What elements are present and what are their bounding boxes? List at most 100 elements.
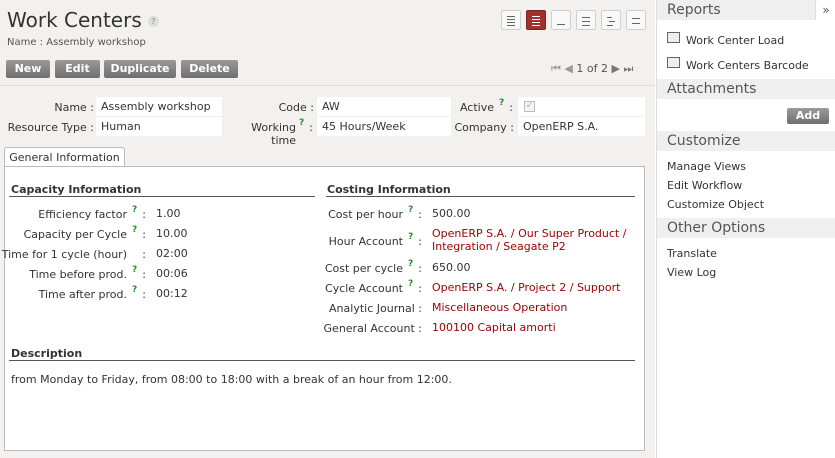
company-label: Company : [454, 121, 514, 134]
customize-object-link[interactable]: Customize Object [667, 198, 764, 211]
edit-button[interactable]: Edit [55, 60, 100, 78]
colon: : [418, 282, 422, 295]
colon: : [142, 248, 146, 261]
list-view-icon[interactable] [501, 10, 521, 30]
hour-account-label: Hour Account [328, 235, 403, 248]
grid-view-icon[interactable] [626, 10, 646, 30]
tab-general-information[interactable]: General Information [4, 147, 125, 168]
page-title-text: Work Centers [7, 8, 142, 32]
working-time-colon: : [309, 121, 313, 134]
active-help-icon[interactable]: ? [499, 98, 504, 108]
general-account-label: General Account : [323, 322, 422, 335]
colon: : [418, 235, 422, 248]
capacity-heading-line [9, 196, 315, 197]
description-heading-line [9, 360, 635, 361]
view-log-link[interactable]: View Log [667, 266, 716, 279]
active-colon: : [509, 101, 513, 114]
efficiency-help-icon[interactable]: ? [132, 205, 137, 215]
delete-button[interactable]: Delete [181, 60, 238, 78]
report-icon [667, 32, 680, 43]
customize-heading: Customize [657, 131, 835, 151]
time-after-prod-label: Time after prod. [38, 288, 127, 301]
active-label: Active [459, 101, 494, 114]
resource-type-field[interactable]: Human [96, 117, 222, 136]
main-panel: Work Centers? Name : Assembly workshop N… [0, 0, 655, 458]
cycle-account-field[interactable]: OpenERP S.A. / Project 2 / Support [427, 278, 637, 297]
costing-heading: Costing Information [327, 183, 451, 196]
time-after-help-icon[interactable]: ? [132, 285, 137, 295]
cost-per-cycle-field[interactable]: 650.00 [427, 258, 637, 277]
new-button[interactable]: New [6, 60, 50, 78]
code-field[interactable]: AW [317, 97, 451, 116]
duplicate-button[interactable]: Duplicate [104, 60, 176, 78]
reports-heading-text: Reports [667, 2, 721, 18]
last-record-icon[interactable]: ⏭ [623, 62, 633, 75]
costing-heading-line [326, 196, 635, 197]
first-record-icon[interactable]: ⏮ [551, 62, 561, 75]
name-field[interactable]: Assembly workshop [96, 97, 222, 116]
colon: : [418, 262, 422, 275]
translate-link[interactable]: Translate [667, 247, 717, 260]
page-title: Work Centers? [7, 8, 159, 32]
sidebar: Reports » Work Center Load Work Centers … [656, 0, 835, 458]
colon: : [142, 228, 146, 241]
capacity-heading: Capacity Information [11, 183, 142, 196]
company-field[interactable]: OpenERP S.A. [518, 117, 645, 136]
form-view-icon[interactable] [526, 10, 546, 30]
report-work-centers-barcode[interactable]: Work Centers Barcode [686, 59, 809, 72]
cost-per-cycle-help-icon[interactable]: ? [408, 259, 413, 269]
capacity-per-cycle-label: Capacity per Cycle [23, 228, 127, 241]
colon: : [142, 208, 146, 221]
active-field [518, 97, 645, 116]
cost-per-cycle-label: Cost per cycle [324, 262, 403, 275]
analytic-journal-label: Analytic Journal : [329, 302, 422, 315]
colon: : [142, 288, 146, 301]
graph-view-icon[interactable] [551, 10, 571, 30]
efficiency-factor-field[interactable]: 1.00 [151, 204, 315, 223]
add-attachment-button[interactable]: Add [787, 108, 829, 124]
hour-account-field[interactable]: OpenERP S.A. / Our Super Product / Integ… [427, 225, 637, 256]
efficiency-factor-label: Efficiency factor [38, 208, 127, 221]
time-before-help-icon[interactable]: ? [132, 265, 137, 275]
previous-record-icon[interactable]: ◀ [564, 62, 572, 75]
hour-account-help-icon[interactable]: ? [408, 232, 413, 242]
cost-per-hour-field[interactable]: 500.00 [427, 204, 637, 223]
capacity-help-icon[interactable]: ? [132, 225, 137, 235]
cycle-account-help-icon[interactable]: ? [408, 279, 413, 289]
report-icon [667, 57, 680, 68]
analytic-journal-field[interactable]: Miscellaneous Operation [427, 298, 637, 317]
working-time-field[interactable]: 45 Hours/Week [317, 117, 451, 136]
working-time-help-icon[interactable]: ? [299, 118, 304, 128]
help-icon[interactable]: ? [147, 16, 159, 27]
report-work-center-load[interactable]: Work Center Load [686, 34, 784, 47]
working-time-label: Working time [251, 121, 296, 147]
sidebar-collapse-button[interactable]: » [815, 0, 835, 20]
description-text[interactable]: from Monday to Friday, from 08:00 to 18:… [11, 373, 452, 386]
time-after-prod-field[interactable]: 00:12 [151, 284, 315, 303]
attachments-heading: Attachments [657, 79, 835, 99]
reports-heading: Reports [657, 0, 835, 20]
other-options-heading: Other Options [657, 218, 835, 238]
colon: : [142, 268, 146, 281]
cycle-time-field[interactable]: 02:00 [151, 244, 315, 263]
divider [0, 85, 655, 86]
name-label: Name : [54, 101, 94, 114]
calendar-view-icon[interactable] [576, 10, 596, 30]
time-before-prod-label: Time before prod. [29, 268, 127, 281]
manage-views-link[interactable]: Manage Views [667, 160, 746, 173]
general-account-field[interactable]: 100100 Capital amorti [427, 318, 637, 337]
cycle-time-label: Time for 1 cycle (hour) [1, 248, 127, 261]
code-label: Code : [278, 101, 314, 114]
next-record-icon[interactable]: ▶ [611, 62, 619, 75]
active-checkbox[interactable]: ✓ [524, 101, 535, 112]
cost-per-hour-label: Cost per hour [328, 208, 403, 221]
pager: ⏮ ◀ 1 of 2 ▶ ⏭ [551, 62, 633, 76]
edit-workflow-link[interactable]: Edit Workflow [667, 179, 742, 192]
time-before-prod-field[interactable]: 00:06 [151, 264, 315, 283]
breadcrumb: Name : Assembly workshop [7, 37, 146, 48]
capacity-per-cycle-field[interactable]: 10.00 [151, 224, 315, 243]
gantt-view-icon[interactable] [601, 10, 621, 30]
cost-per-hour-help-icon[interactable]: ? [408, 205, 413, 215]
hour-account-line-2: Integration / Seagate P2 [432, 240, 566, 253]
hour-account-line-1: OpenERP S.A. / Our Super Product / [432, 227, 627, 240]
